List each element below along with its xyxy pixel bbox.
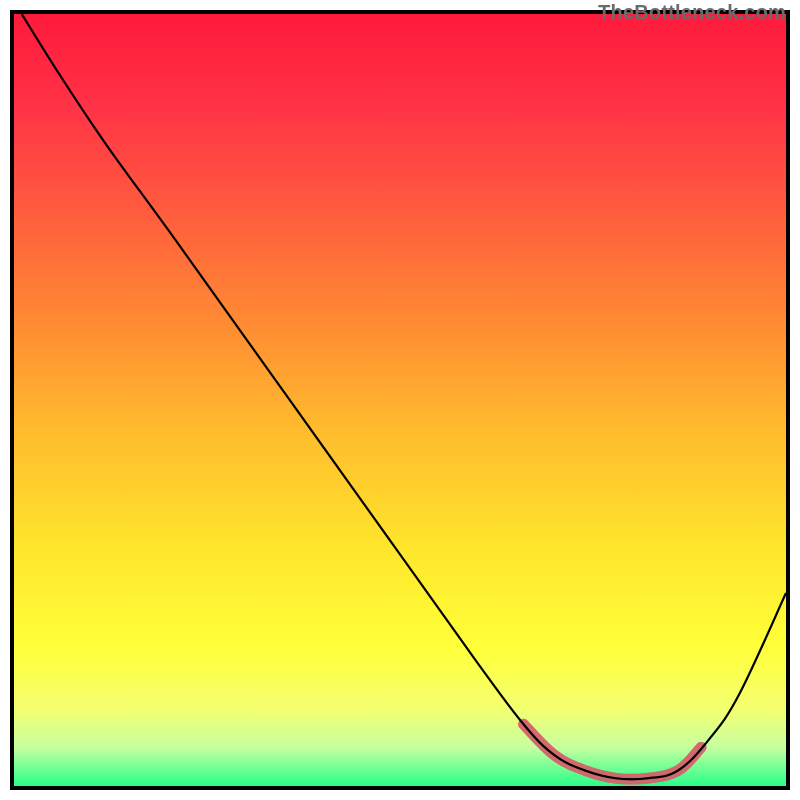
chart-svg (14, 14, 786, 786)
gradient-background (14, 14, 786, 786)
watermark-text: TheBottleneck.com (598, 2, 786, 25)
plot-area (10, 10, 790, 790)
chart-container: TheBottleneck.com (0, 0, 800, 800)
